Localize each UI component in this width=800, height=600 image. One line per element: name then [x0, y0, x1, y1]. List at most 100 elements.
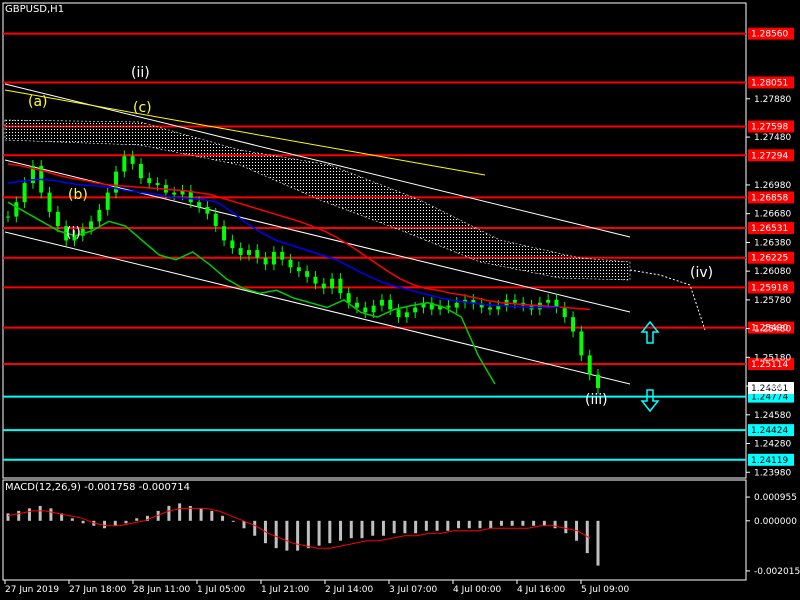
candle-body: [213, 213, 218, 227]
macd-histogram-bar: [339, 520, 343, 541]
candle-body: [197, 202, 202, 207]
wave-label: (b): [68, 187, 88, 203]
time-tick-label: 28 Jun 11:00: [133, 585, 190, 595]
price-level-label: 1.28051: [751, 78, 788, 88]
price-tick-label: 1.24880: [754, 382, 791, 392]
time-tick-label: 27 Jun 18:00: [69, 585, 126, 595]
macd-histogram-bar: [6, 513, 10, 521]
price-tick-label: 1.24580: [754, 411, 791, 421]
macd-histogram-bar: [253, 520, 257, 536]
candle-body: [446, 305, 451, 308]
price-tick-label: 1.26080: [754, 267, 791, 277]
candle-body: [238, 248, 243, 255]
macd-histogram-bar: [103, 520, 107, 529]
macd-histogram-bar: [446, 520, 450, 531]
time-tick-label: 27 Jun 2019: [5, 585, 59, 595]
price-tick-label: 1.24280: [754, 440, 791, 450]
macd-histogram-bar: [510, 520, 514, 526]
candle-body: [172, 192, 177, 195]
price-tick-label: 1.26980: [754, 181, 791, 191]
candle-body: [138, 163, 143, 179]
candle-body: [587, 355, 592, 375]
candle-body: [454, 302, 459, 308]
macd-histogram-bar: [328, 520, 332, 544]
macd-histogram-bar: [532, 520, 536, 526]
macd-label: MACD(12,26,9) -0.001758 -0.000714: [5, 482, 190, 493]
wave-label: (iii): [585, 392, 608, 408]
wave-label: (c): [133, 100, 152, 116]
candle-body: [14, 202, 19, 217]
candle-body: [263, 257, 268, 265]
price-tick-label: 1.25780: [754, 296, 791, 306]
price-tick-label: 1.23980: [754, 468, 791, 478]
candle-body: [246, 250, 251, 255]
candle-body: [388, 299, 393, 310]
candle-body: [338, 278, 343, 294]
candle-body: [305, 271, 310, 277]
price-level-label: 1.27294: [751, 151, 788, 161]
price-level-label: 1.27598: [751, 123, 788, 133]
macd-histogram-bar: [27, 508, 31, 521]
candle-body: [55, 211, 60, 227]
candle-body: [413, 307, 418, 313]
macd-histogram-bar: [135, 518, 139, 521]
macd-histogram-bar: [381, 520, 385, 536]
macd-histogram-bar: [457, 520, 461, 529]
macd-histogram-bar: [403, 520, 407, 534]
macd-histogram-bar: [360, 520, 364, 539]
candle-body: [130, 156, 135, 164]
macd-histogram-bar: [349, 520, 353, 539]
macd-histogram-bar: [231, 520, 235, 522]
candle-body: [255, 250, 260, 258]
price-level-label: 1.26858: [751, 193, 788, 203]
price-tick-label: 1.26680: [754, 210, 791, 220]
macd-histogram-bar: [296, 520, 300, 551]
candle-body: [363, 307, 368, 313]
price-chart: GBPUSD,H1 MACD(12,26,9) -0.001758 -0.000…: [0, 0, 800, 600]
candle-body: [97, 209, 102, 222]
candle-body: [562, 307, 567, 318]
candle-body: [596, 374, 600, 388]
macd-histogram-bar: [489, 520, 493, 529]
macd-histogram-bar: [478, 520, 482, 529]
macd-histogram-bar: [467, 520, 471, 529]
candle-body: [321, 283, 326, 289]
price-level-label: 1.25918: [751, 283, 788, 293]
candle-body: [355, 302, 360, 308]
price-tick-label: 1.27880: [754, 95, 791, 105]
candle-body: [330, 278, 335, 289]
macd-histogram-bar: [221, 515, 225, 521]
candle-body: [105, 192, 110, 210]
wave-label: (i): [66, 225, 81, 241]
macd-histogram-bar: [199, 508, 203, 521]
macd-histogram-bar: [49, 508, 53, 521]
price-level-label: 1.24119: [751, 456, 788, 466]
macd-histogram-bar: [81, 520, 85, 524]
macd-histogram-bar: [553, 520, 557, 529]
macd-histogram-bar: [371, 520, 375, 536]
candle-body: [89, 221, 94, 230]
price-tick-label: 1.25480: [754, 325, 791, 335]
macd-histogram-bar: [178, 503, 182, 521]
time-tick-label: 5 Jul 09:00: [581, 585, 630, 595]
time-tick-label: 1 Jul 05:00: [197, 585, 246, 595]
candle-body: [6, 216, 10, 218]
macd-histogram-bar: [521, 520, 525, 526]
candle-body: [371, 305, 376, 313]
chart-root: GBPUSD,H1 MACD(12,26,9) -0.001758 -0.000…: [0, 0, 800, 600]
time-tick-label: 3 Jul 07:00: [389, 585, 438, 595]
time-tick-label: 1 Jul 21:00: [261, 585, 310, 595]
candle-body: [47, 192, 52, 212]
macd-histogram-bar: [285, 520, 289, 551]
candle-body: [313, 276, 318, 284]
macd-tick-label: 0.000955: [754, 493, 797, 503]
macd-histogram-bar: [564, 520, 568, 534]
candle-body: [288, 259, 293, 268]
candle-body: [546, 299, 551, 303]
price-level-label: 1.24424: [751, 426, 788, 436]
macd-histogram-bar: [124, 520, 128, 524]
macd-histogram-bar: [17, 510, 21, 521]
wave-label: (iv): [690, 265, 713, 281]
macd-histogram-bar: [38, 505, 42, 521]
candle-body: [147, 178, 152, 184]
